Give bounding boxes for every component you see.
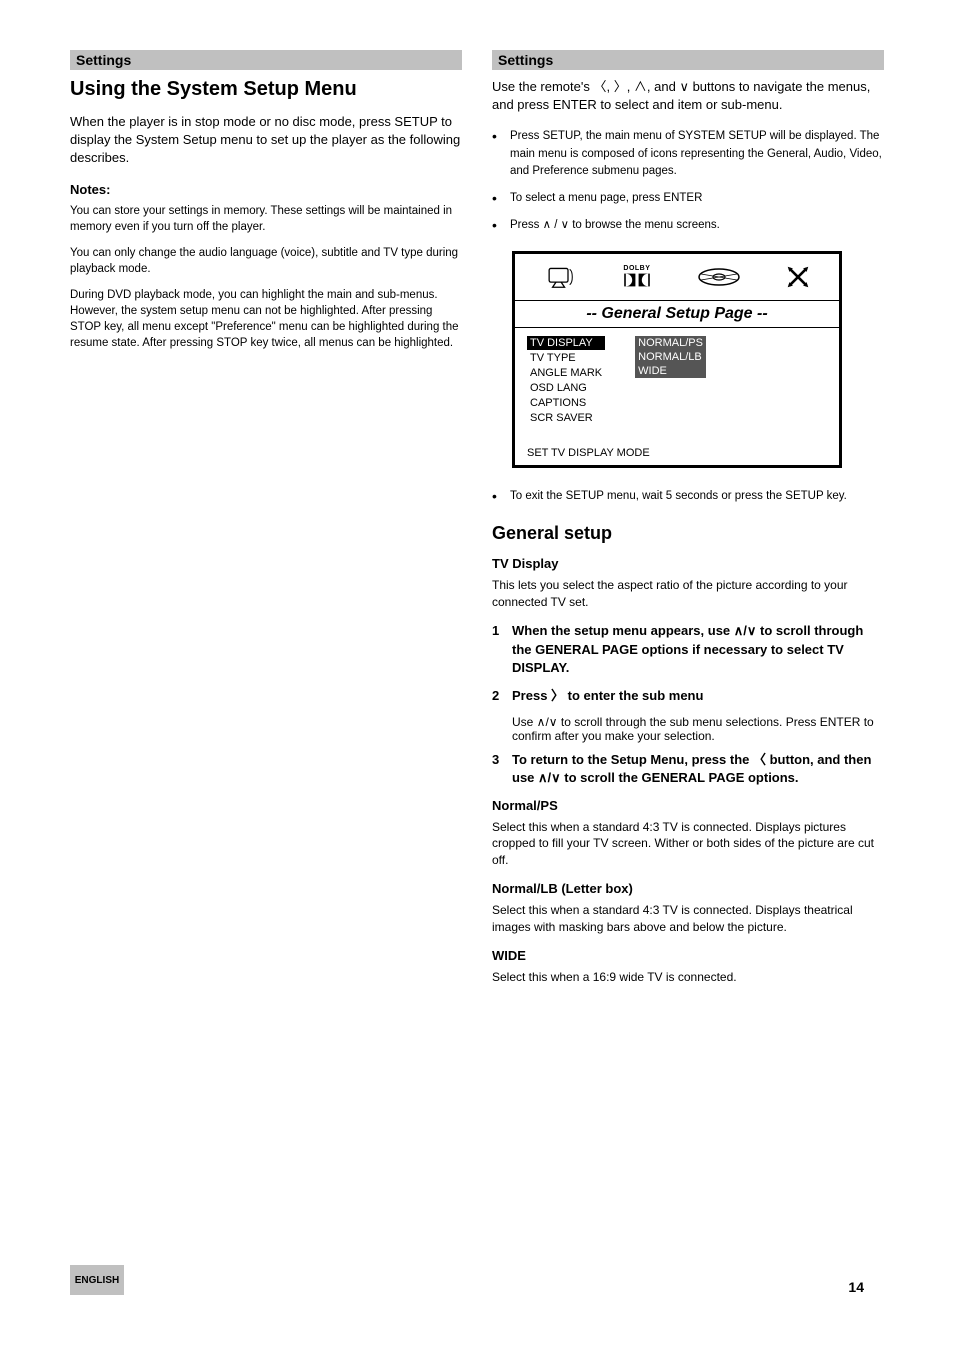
tv-display-label: TV Display <box>492 556 884 571</box>
menu-item-tv-type: TV TYPE <box>527 351 605 365</box>
bullet-icon: • <box>492 217 502 234</box>
tv-display-text: This lets you select the aspect ratio of… <box>492 577 884 611</box>
note-1: You can store your settings in memory. T… <box>70 203 462 235</box>
menu-option-normal-ps: NORMAL/PS <box>635 336 706 350</box>
menu-item-angle-mark: ANGLE MARK <box>527 366 605 380</box>
step-2: Press 〉 to enter the sub menu <box>512 687 703 705</box>
step-2-sub: Use ∧/∨ to scroll through the sub menu s… <box>512 715 884 743</box>
audio-icon: DOLBY <box>621 260 653 294</box>
menu-item-captions: CAPTIONS <box>527 396 605 410</box>
bullet-select: To select a menu page, press ENTER <box>510 190 702 207</box>
menu-status-text: SET TV DISPLAY MODE <box>515 441 839 465</box>
preference-icon <box>786 260 810 294</box>
step-number: 3 <box>492 751 504 787</box>
step-number: 2 <box>492 687 504 705</box>
bullet-setup: Press SETUP, the main menu of SYSTEM SET… <box>510 128 884 180</box>
wide-text: Select this when a 16:9 wide TV is conne… <box>492 969 884 986</box>
section-title-left: Using the System Setup Menu <box>70 78 462 101</box>
nav-paragraph: Use the remote's 〈, 〉, ∧, and ∨ buttons … <box>492 78 884 114</box>
note-3: During DVD playback mode, you can highli… <box>70 287 462 351</box>
bullet-exit: To exit the SETUP menu, wait 5 seconds o… <box>510 488 847 505</box>
menu-item-tv-display: TV DISPLAY <box>527 336 605 350</box>
normal-ps-text: Select this when a standard 4:3 TV is co… <box>492 819 884 869</box>
menu-item-osd-lang: OSD LANG <box>527 381 605 395</box>
menu-title: -- General Setup Page -- <box>515 301 839 328</box>
video-icon <box>695 260 743 294</box>
language-tab: ENGLISH <box>70 1265 124 1295</box>
note-2: You can only change the audio language (… <box>70 245 462 277</box>
wide-label: WIDE <box>492 948 884 963</box>
step-number: 1 <box>492 622 504 677</box>
page-number: 14 <box>848 1279 864 1295</box>
normal-ps-label: Normal/PS <box>492 798 884 813</box>
general-icon <box>544 260 578 294</box>
section-header-left: Settings <box>70 50 462 70</box>
bullet-icon: • <box>492 190 502 207</box>
intro-text: When the player is in stop mode or no di… <box>70 113 462 168</box>
notes-label: Notes: <box>70 182 462 197</box>
menu-option-normal-lb: NORMAL/LB <box>635 350 706 364</box>
menu-item-scr-saver: SCR SAVER <box>527 411 605 425</box>
bullet-icon: • <box>492 128 502 180</box>
bullet-browse: Press ∧ / ∨ to browse the menu screens. <box>510 217 720 234</box>
normal-lb-text: Select this when a standard 4:3 TV is co… <box>492 902 884 936</box>
step-3: To return to the Setup Menu, press the 〈… <box>512 751 884 787</box>
general-setup-heading: General setup <box>492 523 884 544</box>
setup-menu-screenshot: DOLBY -- General Setup Page -- TV DISPLA… <box>512 251 842 468</box>
step-1: When the setup menu appears, use ∧/∨ to … <box>512 622 884 677</box>
menu-option-wide: WIDE <box>635 364 706 378</box>
section-header-right: Settings <box>492 50 884 70</box>
bullet-icon: • <box>492 488 502 505</box>
normal-lb-label: Normal/LB (Letter box) <box>492 881 884 896</box>
